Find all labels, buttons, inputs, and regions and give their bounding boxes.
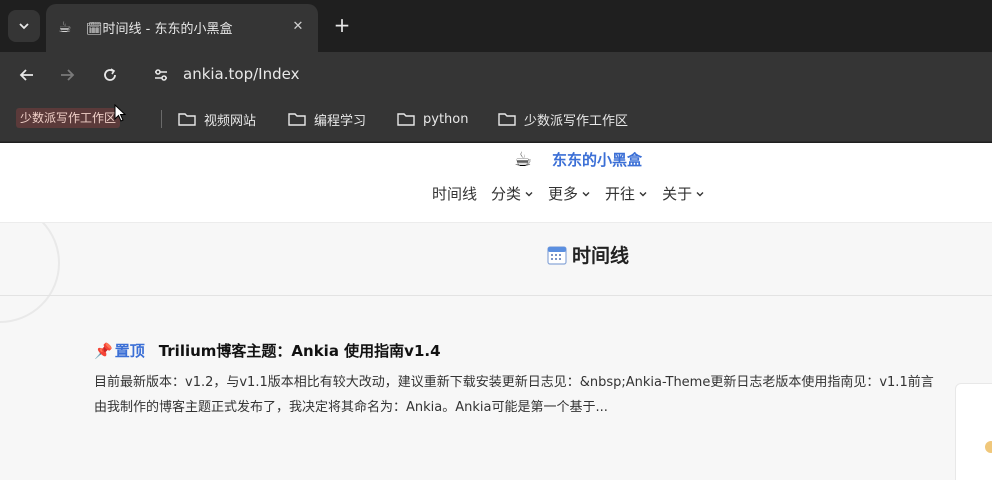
mouse-cursor-icon bbox=[114, 104, 126, 122]
bookmark-folder-label: python bbox=[423, 111, 469, 127]
sidebar-card bbox=[955, 383, 992, 480]
bookmark-folder-label: 编程学习 bbox=[314, 113, 367, 129]
web-page: ☕ 东东的小黑盒 时间线 分类 更多 开往 关于 时间线 📌 置顶 Triliu… bbox=[0, 143, 992, 480]
nav-item-travelling[interactable]: 开往 bbox=[605, 183, 648, 204]
chevron-down-icon bbox=[525, 191, 533, 196]
bookmark-item[interactable]: 少数派写作工作区 bbox=[16, 108, 121, 128]
bookmark-folder[interactable]: python bbox=[397, 108, 468, 130]
teacup-icon: ☕ bbox=[58, 18, 72, 36]
address-bar[interactable]: ankia.top/Index bbox=[183, 65, 299, 83]
close-tab-icon[interactable]: ✕ bbox=[288, 17, 308, 37]
nav-item-label: 关于 bbox=[662, 185, 693, 203]
active-tab[interactable]: ☕ 🗓时间线 - 东东的小黑盒 ✕ bbox=[46, 4, 318, 52]
tab-search-button[interactable] bbox=[8, 10, 40, 42]
tune-icon bbox=[155, 69, 167, 81]
post-title-link[interactable]: Trilium博客主题：Ankia 使用指南v1.4 bbox=[159, 340, 441, 361]
page-title-block: 时间线 bbox=[546, 241, 629, 268]
pushpin-icon: 📌 bbox=[94, 341, 113, 360]
bookmark-folder[interactable]: 少数派写作工作区 bbox=[498, 108, 628, 130]
chevron-down-icon bbox=[639, 191, 647, 196]
arrow-right-icon bbox=[61, 69, 75, 81]
pinned-badge: 置顶 bbox=[114, 342, 145, 360]
site-header: ☕ 东东的小黑盒 时间线 分类 更多 开往 关于 bbox=[0, 143, 992, 223]
bookmarks-bar: 少数派写作工作区 视频网站 编程学习 python 少数派写作工作区 bbox=[0, 98, 992, 142]
tab-title: 🗓时间线 - 东东的小黑盒 bbox=[86, 22, 233, 37]
new-tab-button[interactable]: + bbox=[328, 12, 356, 40]
nav-item-label: 更多 bbox=[548, 185, 579, 203]
reload-button[interactable] bbox=[95, 60, 125, 90]
back-button[interactable] bbox=[12, 60, 42, 90]
nav-item-label: 时间线 bbox=[432, 185, 478, 203]
site-info-button[interactable] bbox=[146, 60, 176, 90]
bookmark-folder-label: 视频网站 bbox=[204, 113, 257, 129]
nav-item-about[interactable]: 关于 bbox=[662, 183, 705, 204]
divider bbox=[0, 295, 992, 296]
chevron-down-icon bbox=[696, 191, 704, 196]
page-title: 时间线 bbox=[572, 245, 630, 267]
site-nav: 时间线 分类 更多 开往 关于 bbox=[432, 183, 705, 204]
reload-icon bbox=[104, 68, 116, 81]
decorative-dot bbox=[985, 441, 992, 453]
chevron-down-icon bbox=[582, 191, 590, 196]
nav-item-more[interactable]: 更多 bbox=[548, 183, 591, 204]
nav-item-timeline[interactable]: 时间线 bbox=[432, 183, 477, 204]
nav-item-categories[interactable]: 分类 bbox=[491, 183, 534, 204]
folder-icon bbox=[288, 113, 306, 126]
post-excerpt: 目前最新版本：v1.2，与v1.1版本相比有较大改动，建议重新下载安装更新日志见… bbox=[94, 375, 934, 415]
post-header: 📌 置顶 Trilium博客主题：Ankia 使用指南v1.4 bbox=[94, 340, 944, 361]
bookmark-folder[interactable]: 编程学习 bbox=[288, 108, 366, 130]
chevron-down-icon bbox=[19, 23, 29, 30]
coffee-icon[interactable]: ☕ bbox=[514, 147, 532, 171]
bookmark-folder-label: 少数派写作工作区 bbox=[524, 113, 629, 129]
tab-strip: ☕ 🗓时间线 - 东东的小黑盒 ✕ + bbox=[0, 0, 992, 52]
folder-icon bbox=[498, 113, 516, 126]
folder-icon bbox=[397, 113, 415, 126]
nav-item-label: 开往 bbox=[605, 185, 636, 203]
forward-button[interactable] bbox=[52, 60, 82, 90]
folder-icon bbox=[178, 113, 196, 126]
calendar-icon bbox=[547, 245, 567, 265]
post-item: 📌 置顶 Trilium博客主题：Ankia 使用指南v1.4 目前最新版本：v… bbox=[94, 340, 944, 420]
bookmark-folder[interactable]: 视频网站 bbox=[178, 108, 256, 130]
nav-item-label: 分类 bbox=[491, 185, 522, 203]
bookmarks-separator bbox=[161, 110, 162, 128]
browser-toolbar: ankia.top/Index bbox=[0, 52, 992, 98]
arrow-left-icon bbox=[19, 69, 33, 81]
site-name-link[interactable]: 东东的小黑盒 bbox=[552, 149, 642, 170]
